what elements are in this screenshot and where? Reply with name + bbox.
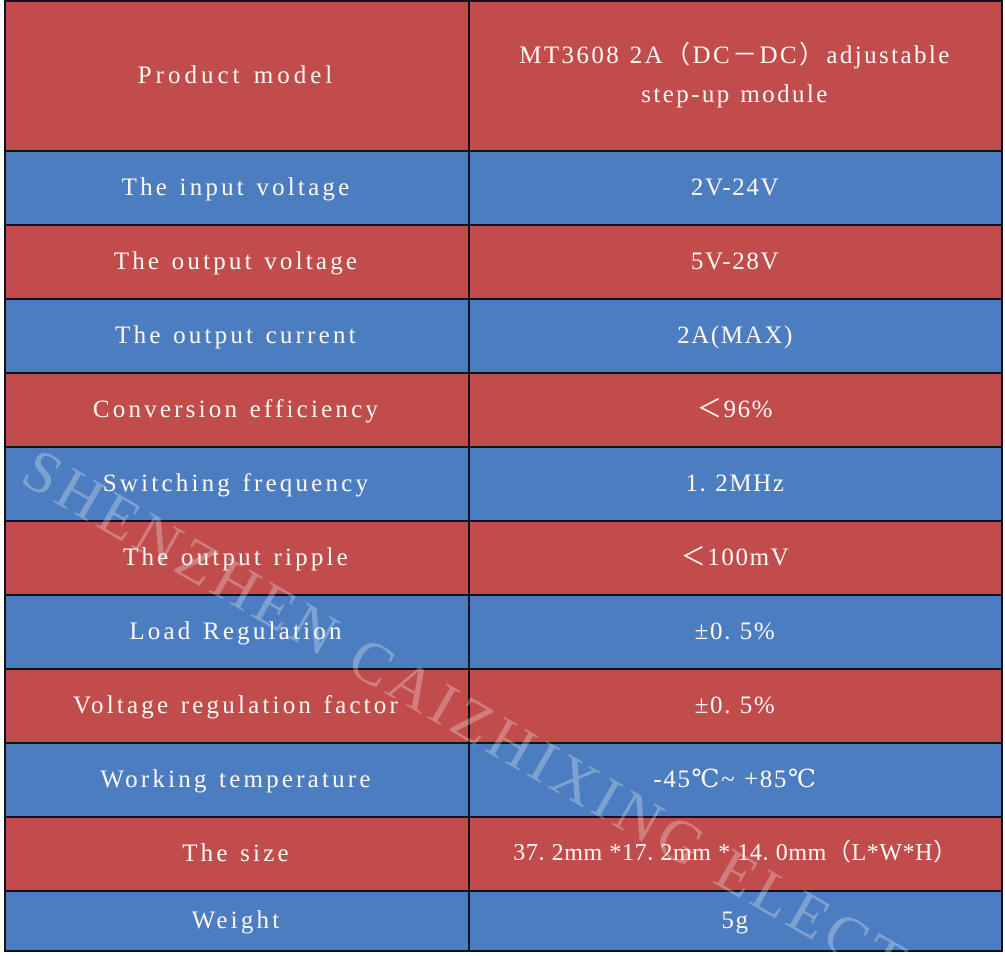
- spec-value-input-voltage: 2V-24V: [468, 150, 1003, 226]
- table-row: Switching frequency 1. 2MHz: [4, 446, 1003, 522]
- spec-label-working-temperature: Working temperature: [4, 742, 470, 818]
- spec-value-product-model-line2: step-up module: [641, 81, 830, 108]
- table-row: Weight 5g: [4, 890, 1003, 952]
- table-row: Working temperature -45℃~ +85℃: [4, 742, 1003, 818]
- spec-value-product-model-line1: MT3608 2A（DC－DC）adjustable: [519, 42, 952, 70]
- specification-table: Product model MT3608 2A（DC－DC）adjustable…: [4, 0, 1003, 952]
- table-row: Product model MT3608 2A（DC－DC）adjustable…: [4, 0, 1003, 152]
- spec-value-conversion-efficiency: ＜96%: [468, 372, 1003, 448]
- spec-label-output-voltage: The output voltage: [4, 224, 470, 300]
- spec-value-weight: 5g: [468, 890, 1003, 952]
- table-row: Voltage regulation factor ±0. 5%: [4, 668, 1003, 744]
- spec-value-output-voltage: 5V-28V: [468, 224, 1003, 300]
- spec-label-output-ripple: The output ripple: [4, 520, 470, 596]
- spec-value-voltage-regulation-factor: ±0. 5%: [468, 668, 1003, 744]
- spec-label-product-model: Product model: [4, 0, 470, 152]
- specification-sheet: Product model MT3608 2A（DC－DC）adjustable…: [0, 0, 1005, 956]
- spec-label-load-regulation: Load Regulation: [4, 594, 470, 670]
- spec-value-output-ripple: ＜100mV: [468, 520, 1003, 596]
- table-row: The size 37. 2mm *17. 2mm * 14. 0mm（L*W*…: [4, 816, 1003, 892]
- spec-label-input-voltage: The input voltage: [4, 150, 470, 226]
- spec-value-load-regulation: ±0. 5%: [468, 594, 1003, 670]
- table-row: The output ripple ＜100mV: [4, 520, 1003, 596]
- table-row: Conversion efficiency ＜96%: [4, 372, 1003, 448]
- spec-label-conversion-efficiency: Conversion efficiency: [4, 372, 470, 448]
- spec-label-output-current: The output current: [4, 298, 470, 374]
- spec-value-size: 37. 2mm *17. 2mm * 14. 0mm（L*W*H）: [468, 816, 1003, 892]
- table-row: The input voltage 2V-24V: [4, 150, 1003, 226]
- spec-label-weight: Weight: [4, 890, 470, 952]
- spec-value-working-temperature: -45℃~ +85℃: [468, 742, 1003, 818]
- spec-label-voltage-regulation-factor: Voltage regulation factor: [4, 668, 470, 744]
- spec-value-switching-frequency: 1. 2MHz: [468, 446, 1003, 522]
- spec-label-switching-frequency: Switching frequency: [4, 446, 470, 522]
- table-row: The output voltage 5V-28V: [4, 224, 1003, 300]
- spec-label-size: The size: [4, 816, 470, 892]
- specification-table-body: Product model MT3608 2A（DC－DC）adjustable…: [4, 0, 1003, 952]
- spec-value-product-model: MT3608 2A（DC－DC）adjustable step-up modul…: [468, 0, 1003, 152]
- table-row: Load Regulation ±0. 5%: [4, 594, 1003, 670]
- spec-value-output-current: 2A(MAX): [468, 298, 1003, 374]
- table-row: The output current 2A(MAX): [4, 298, 1003, 374]
